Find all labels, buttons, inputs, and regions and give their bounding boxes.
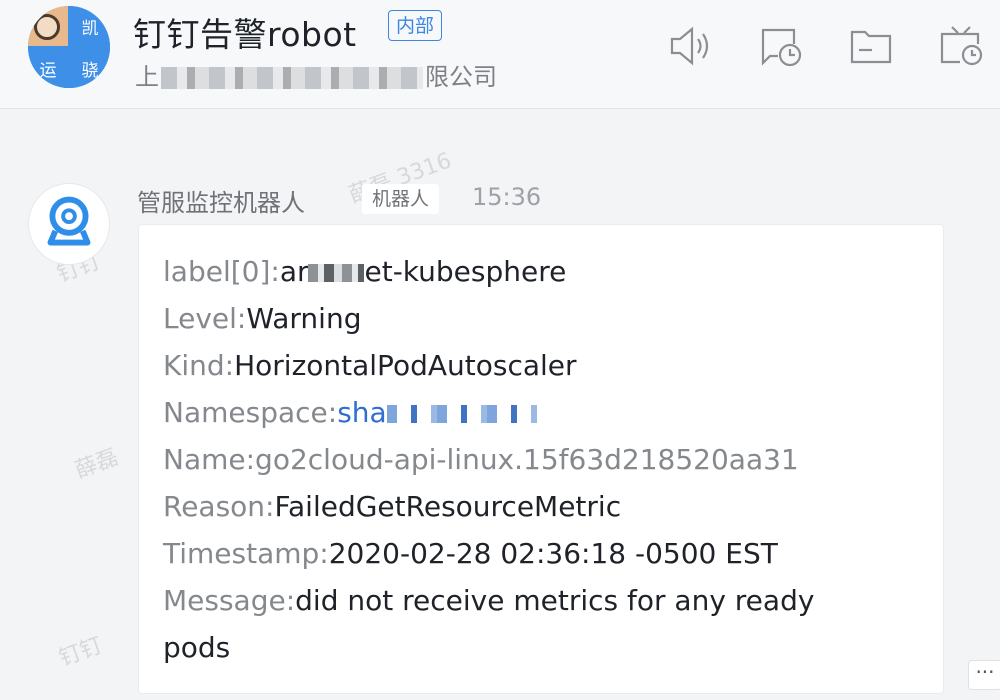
field-value: 2020-02-28 02:36:18 -0500 EST xyxy=(328,537,778,570)
group-avatar[interactable]: 凯 运 骁 xyxy=(28,6,110,88)
company-name: 上 限公司 xyxy=(135,57,497,92)
field-value: pods xyxy=(163,631,231,664)
message-line-kind: Kind:HorizontalPodAutoscaler xyxy=(163,348,577,384)
field-key: Kind: xyxy=(163,349,235,382)
field-value: ar xyxy=(279,255,309,288)
redacted-link-text xyxy=(386,405,537,423)
company-suffix: 限公司 xyxy=(425,63,497,91)
robot-camera-icon xyxy=(29,184,109,264)
message-line-label: label[0]:ar et-kubesphere xyxy=(163,254,566,290)
field-key: Timestamp: xyxy=(163,537,329,570)
message-time: 15:36 xyxy=(472,183,542,211)
calendar-clock-icon[interactable] xyxy=(938,24,984,68)
speaker-icon[interactable] xyxy=(668,24,714,68)
internal-badge: 内部 xyxy=(388,10,443,41)
avatar-photo-quadrant xyxy=(28,6,68,46)
field-value: did not receive metrics for any ready xyxy=(295,584,815,617)
sender-name: 管服监控机器人 xyxy=(137,189,305,217)
robot-avatar[interactable] xyxy=(28,183,110,265)
field-value: go2cloud-api-linux.15f63d218520aa31 xyxy=(255,443,799,476)
chat-header: 凯 运 骁 钉钉告警robot 内部 上 限公司 xyxy=(0,0,1000,109)
chat-clock-icon[interactable] xyxy=(758,24,804,68)
message-line-message-continued: pods xyxy=(163,630,230,666)
field-key: Namespace: xyxy=(163,396,338,429)
message-line-timestamp: Timestamp:2020-02-28 02:36:18 -0500 EST xyxy=(163,536,778,572)
avatar-char-3: 骁 xyxy=(70,48,110,88)
field-key: Message: xyxy=(163,584,296,617)
message-line-reason: Reason:FailedGetResourceMetric xyxy=(163,489,621,525)
avatar-char-2: 运 xyxy=(28,48,68,88)
message-line-message: Message:did not receive metrics for any … xyxy=(163,583,814,619)
watermark-text: 薛磊 xyxy=(71,445,122,484)
redacted-company-text xyxy=(161,67,423,89)
watermark-text: 钉钉 xyxy=(55,633,106,672)
avatar-char-1: 凯 xyxy=(70,6,110,46)
robot-tag: 机器人 xyxy=(362,184,440,214)
field-value: Warning xyxy=(246,302,362,335)
message-line-namespace: Namespace:sha xyxy=(163,395,537,431)
redacted-text xyxy=(308,264,365,282)
field-key: label[0]: xyxy=(163,255,280,288)
field-key: Reason: xyxy=(163,490,275,523)
message-line-level: Level:Warning xyxy=(163,301,361,337)
avatar-face xyxy=(34,14,60,40)
folder-icon[interactable] xyxy=(848,24,894,68)
field-key: Level: xyxy=(163,302,247,335)
field-value: HorizontalPodAutoscaler xyxy=(234,349,577,382)
field-key: Name: xyxy=(163,443,256,476)
chat-title: 钉钉告警robot xyxy=(133,15,357,54)
company-prefix: 上 xyxy=(135,63,159,91)
field-value: et-kubesphere xyxy=(364,255,567,288)
namespace-link[interactable]: sha xyxy=(337,396,387,429)
message-line-name: Name:go2cloud-api-linux.15f63d218520aa31 xyxy=(163,442,799,478)
message-bubble[interactable]: label[0]:ar et-kubesphere Level:Warning K… xyxy=(138,224,944,694)
more-options-button[interactable]: ··· xyxy=(968,660,1000,690)
field-value: FailedGetResourceMetric xyxy=(274,490,622,523)
